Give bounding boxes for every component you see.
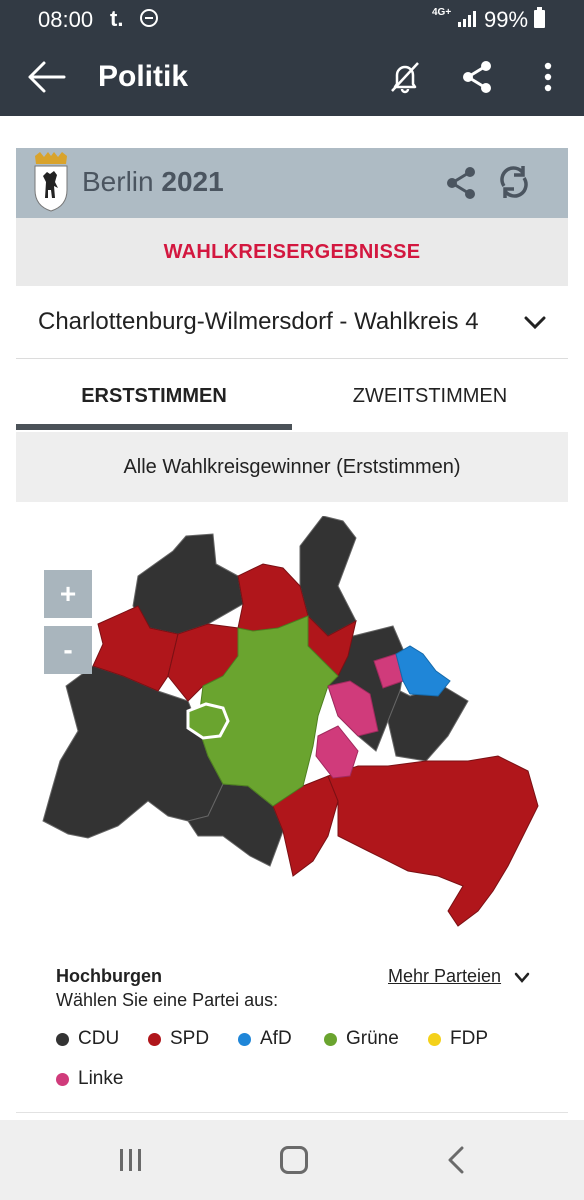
- legend-subheading: Wählen Sie eine Partei aus:: [56, 990, 279, 1010]
- election-card-header: Berlin 2021: [16, 148, 568, 218]
- legend-item-label: FDP: [450, 1028, 488, 1049]
- legend-item-label: Linke: [78, 1068, 124, 1089]
- share-icon[interactable]: [444, 166, 478, 200]
- linke-color-dot: [56, 1072, 69, 1086]
- legend-item-gruene[interactable]: Grüne: [324, 1028, 399, 1050]
- section-header: WAHLKREISERGEBNISSE: [16, 218, 568, 286]
- election-year: 2021: [161, 166, 224, 197]
- share-icon[interactable]: [460, 60, 494, 94]
- status-bar: 08:00 t. 4G+ 99%: [0, 0, 584, 38]
- chevron-down-icon: [524, 316, 546, 330]
- home-icon[interactable]: [280, 1146, 308, 1174]
- signal-icon: [458, 11, 476, 27]
- zoom-out-button[interactable]: -: [44, 626, 92, 674]
- district-selected-wahlkreis-4[interactable]: [186, 702, 230, 740]
- tab-zweitstimmen[interactable]: ZWEITSTIMMEN: [292, 360, 568, 432]
- system-navigation-bar: [0, 1120, 584, 1200]
- afd-color-dot: [238, 1032, 251, 1046]
- notifications-off-icon[interactable]: [388, 60, 422, 94]
- legend-item-cdu[interactable]: CDU: [56, 1028, 119, 1050]
- do-not-disturb-icon: [140, 9, 158, 27]
- tab-erststimmen[interactable]: ERSTSTIMMEN: [16, 360, 292, 432]
- legend-item-label: CDU: [78, 1028, 120, 1049]
- carrier-label: t.: [110, 6, 124, 31]
- battery-percent: 99%: [484, 7, 529, 32]
- network-type-label: 4G+: [432, 7, 452, 18]
- district-cdu-far-east[interactable]: [387, 685, 469, 762]
- legend-item-spd[interactable]: SPD: [148, 1028, 209, 1050]
- district-afd-east[interactable]: [395, 645, 451, 697]
- berlin-district-map[interactable]: [38, 516, 548, 936]
- district-linke-south[interactable]: [315, 725, 359, 779]
- legend-item-fdp[interactable]: FDP: [428, 1028, 488, 1050]
- app-bar: Politik: [0, 38, 584, 116]
- legend-item-label: SPD: [170, 1028, 210, 1049]
- divider: [16, 1112, 568, 1113]
- legend-heading: Hochburgen: [56, 966, 162, 986]
- legend-item-label: AfD: [260, 1028, 292, 1049]
- vote-type-tabs: ERSTSTIMMEN ZWEITSTIMMEN: [16, 360, 568, 432]
- zoom-in-button[interactable]: +: [44, 570, 92, 618]
- battery-icon: [534, 7, 545, 28]
- more-parties-link[interactable]: Mehr Parteien: [388, 966, 501, 987]
- tab-active-indicator: [16, 424, 292, 430]
- berlin-crest-icon: [34, 152, 68, 212]
- back-arrow-icon[interactable]: [26, 60, 66, 94]
- recent-apps-icon[interactable]: [118, 1148, 144, 1172]
- section-title: WAHLKREISERGEBNISSE: [163, 240, 421, 263]
- district-cdu-north[interactable]: [132, 533, 244, 635]
- more-options-icon[interactable]: [536, 60, 560, 94]
- chevron-down-icon[interactable]: [514, 972, 530, 984]
- spd-color-dot: [148, 1032, 161, 1046]
- legend-item-label: Grüne: [346, 1028, 399, 1049]
- refresh-icon[interactable]: [496, 164, 532, 200]
- district-spd-southeast[interactable]: [327, 755, 539, 927]
- page-title: Politik: [98, 60, 189, 93]
- district-selected-value: Charlottenburg-Wilmersdorf - Wahlkreis 4: [38, 308, 479, 335]
- district-dropdown[interactable]: Charlottenburg-Wilmersdorf - Wahlkreis 4: [16, 288, 568, 359]
- legend-item-linke[interactable]: Linke: [56, 1068, 123, 1090]
- back-icon[interactable]: [446, 1146, 466, 1174]
- cdu-color-dot: [56, 1032, 69, 1046]
- winners-heading: Alle Wahlkreisgewinner (Erststimmen): [16, 432, 568, 502]
- election-title: Berlin 2021: [82, 166, 224, 198]
- gruene-color-dot: [324, 1032, 337, 1046]
- legend-item-afd[interactable]: AfD: [238, 1028, 292, 1050]
- status-time: 08:00: [38, 7, 94, 32]
- state-name: Berlin: [82, 166, 154, 197]
- fdp-color-dot: [428, 1032, 441, 1046]
